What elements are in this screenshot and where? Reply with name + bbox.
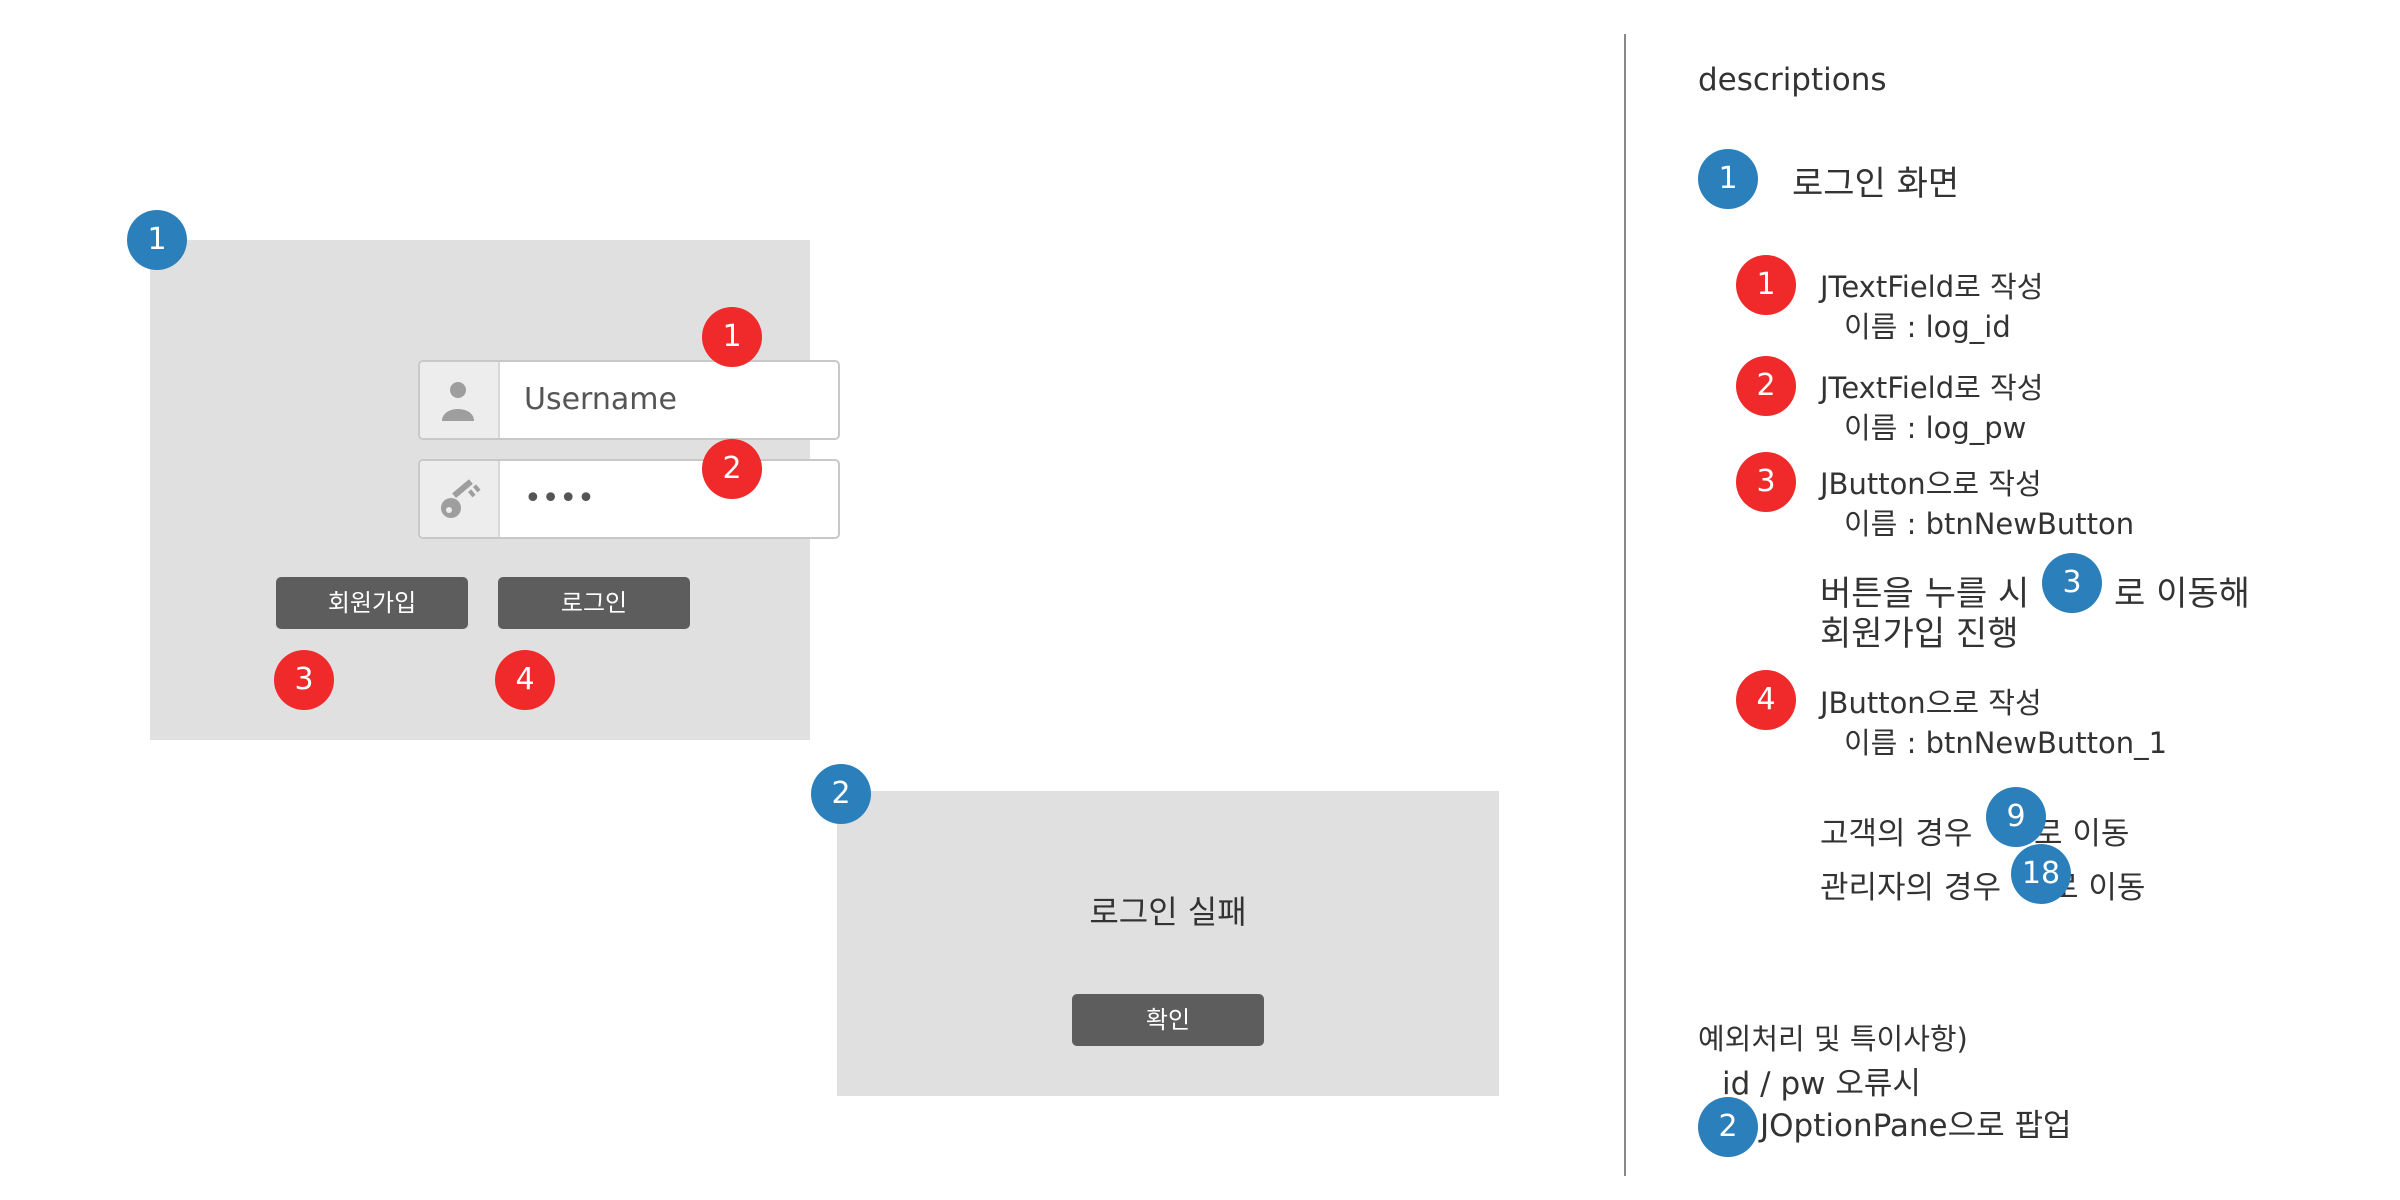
signup-note-suffix: 로 이동해	[2114, 574, 2250, 614]
login-button[interactable]: 로그인	[498, 577, 690, 629]
admin-note-badge: 18	[2011, 844, 2071, 904]
user-icon	[420, 362, 500, 438]
marker-password: 2	[702, 439, 762, 499]
marker-signup: 3	[274, 650, 334, 710]
login-screen-badge: 1	[127, 210, 187, 270]
exceptions-line2: JOptionPane으로 팝업	[1760, 1108, 2072, 1144]
desc-item-4-line2: 이름 : btnNewButton_1	[1844, 726, 2168, 760]
desc-item-3-line2: 이름 : btnNewButton	[1844, 507, 2135, 541]
admin-note-prefix: 관리자의 경우	[1820, 870, 2001, 906]
login-failure-dialog: 로그인 실패 확인	[837, 791, 1499, 1096]
failure-dialog-badge: 2	[811, 764, 871, 824]
username-placeholder: Username	[524, 382, 677, 417]
desc-item-2-line2: 이름 : log_pw	[1844, 411, 2027, 445]
failure-message: 로그인 실패	[1089, 893, 1247, 931]
marker-login: 4	[495, 650, 555, 710]
exceptions-line1: id / pw 오류시	[1722, 1066, 1921, 1102]
signup-button[interactable]: 회원가입	[276, 577, 468, 629]
desc-item-1-line2: 이름 : log_id	[1844, 310, 2011, 344]
screen-badge: 1	[1698, 149, 1758, 209]
marker-username: 1	[702, 307, 762, 367]
desc-item-2-badge: 2	[1736, 356, 1796, 416]
desc-item-4-line1: JButton으로 작성	[1820, 686, 2042, 720]
password-field[interactable]: ••••	[418, 459, 840, 539]
confirm-button[interactable]: 확인	[1072, 994, 1264, 1046]
exceptions-title: 예외처리 및 특이사항)	[1698, 1022, 1968, 1056]
customer-note-badge: 9	[1986, 787, 2046, 847]
divider	[1624, 34, 1626, 1176]
desc-item-1-badge: 1	[1736, 255, 1796, 315]
password-value: ••••	[524, 481, 595, 516]
signup-note-badge: 3	[2042, 553, 2102, 613]
desc-item-4-badge: 4	[1736, 670, 1796, 730]
desc-item-1-line1: JTextField로 작성	[1820, 270, 2044, 304]
screen-title: 로그인 화면	[1792, 164, 1960, 204]
desc-item-3-line1: JButton으로 작성	[1820, 467, 2042, 501]
desc-item-2-line1: JTextField로 작성	[1820, 371, 2044, 405]
key-icon	[420, 461, 500, 537]
signup-note-line2: 회원가입 진행	[1820, 614, 2019, 654]
exceptions-badge: 2	[1698, 1097, 1758, 1157]
descriptions-heading: descriptions	[1698, 62, 1887, 98]
username-field[interactable]: Username	[418, 360, 840, 440]
customer-note-prefix: 고객의 경우	[1820, 816, 1973, 852]
desc-item-3-badge: 3	[1736, 452, 1796, 512]
